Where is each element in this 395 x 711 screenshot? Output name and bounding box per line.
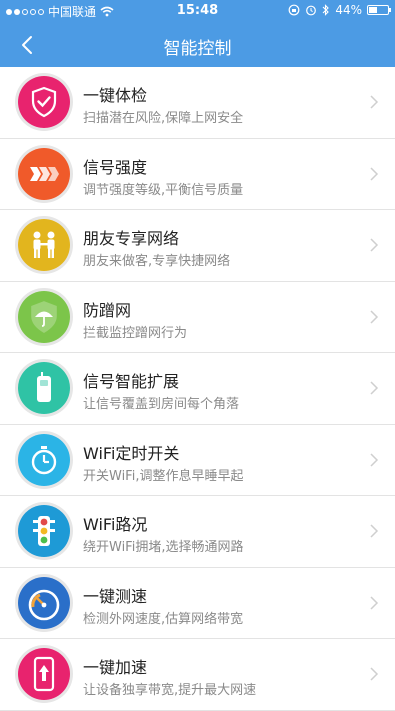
battery-percent: 44% bbox=[335, 3, 362, 17]
chevron-right-icon bbox=[370, 166, 379, 181]
list-item-wifi-traffic[interactable]: WiFi路况 绕开WiFi拥堵,选择畅通网路 bbox=[0, 496, 395, 568]
item-description: 开关WiFi,调整作息早睡早起 bbox=[83, 468, 244, 484]
phone-boost-icon bbox=[18, 648, 70, 700]
status-right: 44% bbox=[288, 3, 391, 17]
item-description: 绕开WiFi拥堵,选择畅通网路 bbox=[83, 540, 244, 555]
bluetooth-icon bbox=[322, 4, 330, 16]
item-title: 朋友专享网络 bbox=[83, 229, 180, 248]
alarm-icon bbox=[306, 5, 317, 16]
item-title: WiFi定时开关 bbox=[83, 443, 180, 463]
speedometer-icon bbox=[18, 576, 70, 629]
feature-list: 一键体检 扫描潜在风险,保障上网安全 信号强度 调节强度等级,平衡信号质量 朋友… bbox=[0, 67, 395, 711]
item-title: 信号智能扩展 bbox=[83, 372, 180, 391]
list-item-wifi-timer[interactable]: WiFi定时开关 开关WiFi,调整作息早睡早起 bbox=[0, 424, 395, 496]
list-item-friend-network[interactable]: 朋友专享网络 朋友来做客,专享快捷网络 bbox=[0, 210, 395, 282]
friends-icon bbox=[18, 219, 70, 271]
item-description: 让设备独享带宽,提升最大网速 bbox=[83, 683, 257, 698]
item-description: 让信号覆盖到房间每个角落 bbox=[83, 397, 240, 412]
list-item-speed-test[interactable]: 一键测速 检测外网速度,估算网络带宽 bbox=[0, 567, 395, 639]
list-item-signal-strength[interactable]: 信号强度 调节强度等级,平衡信号质量 bbox=[0, 138, 395, 210]
shield-check-icon bbox=[18, 76, 70, 128]
item-title: WiFi路况 bbox=[83, 515, 148, 534]
list-item-signal-extend[interactable]: 信号智能扩展 让信号覆盖到房间每个角落 bbox=[0, 353, 395, 425]
chevron-right-icon bbox=[370, 238, 379, 252]
item-description: 朋友来做客,专享快捷网络 bbox=[83, 254, 231, 269]
list-item-health-check[interactable]: 一键体检 扫描潜在风险,保障上网安全 bbox=[0, 67, 395, 139]
item-description: 拦截监控蹭网行为 bbox=[83, 325, 188, 341]
status-bar: 中国联通 15:48 44% bbox=[0, 0, 395, 22]
chevron-right-icon bbox=[370, 595, 379, 610]
page-title: 智能控制 bbox=[163, 39, 232, 59]
stopwatch-icon bbox=[18, 433, 70, 486]
item-description: 调节强度等级,平衡信号质量 bbox=[83, 182, 244, 198]
item-title: 信号强度 bbox=[83, 157, 148, 177]
list-item-boost[interactable]: 一键加速 让设备独享带宽,提升最大网速 bbox=[0, 639, 395, 711]
signal-chevrons-icon bbox=[18, 147, 70, 200]
chevron-right-icon bbox=[370, 95, 379, 109]
item-description: 扫描潜在风险,保障上网安全 bbox=[83, 111, 244, 126]
chevron-right-icon bbox=[370, 667, 379, 681]
item-description: 检测外网速度,估算网络带宽 bbox=[83, 611, 244, 627]
nav-bar: 智能控制 bbox=[0, 22, 395, 67]
extender-icon bbox=[18, 362, 70, 414]
battery-icon bbox=[367, 5, 391, 15]
item-title: 防蹭网 bbox=[83, 300, 132, 320]
chevron-right-icon bbox=[370, 452, 379, 467]
list-item-anti-leech[interactable]: 防蹭网 拦截监控蹭网行为 bbox=[0, 281, 395, 353]
item-title: 一键体检 bbox=[83, 86, 148, 105]
chevron-right-icon bbox=[370, 381, 379, 395]
traffic-light-icon bbox=[18, 505, 70, 557]
chevron-right-icon bbox=[370, 524, 379, 538]
umbrella-shield-icon bbox=[18, 290, 70, 343]
chevron-right-icon bbox=[370, 309, 379, 324]
rotation-lock-icon bbox=[288, 4, 300, 16]
item-title: 一键测速 bbox=[83, 586, 148, 606]
item-title: 一键加速 bbox=[83, 658, 148, 677]
